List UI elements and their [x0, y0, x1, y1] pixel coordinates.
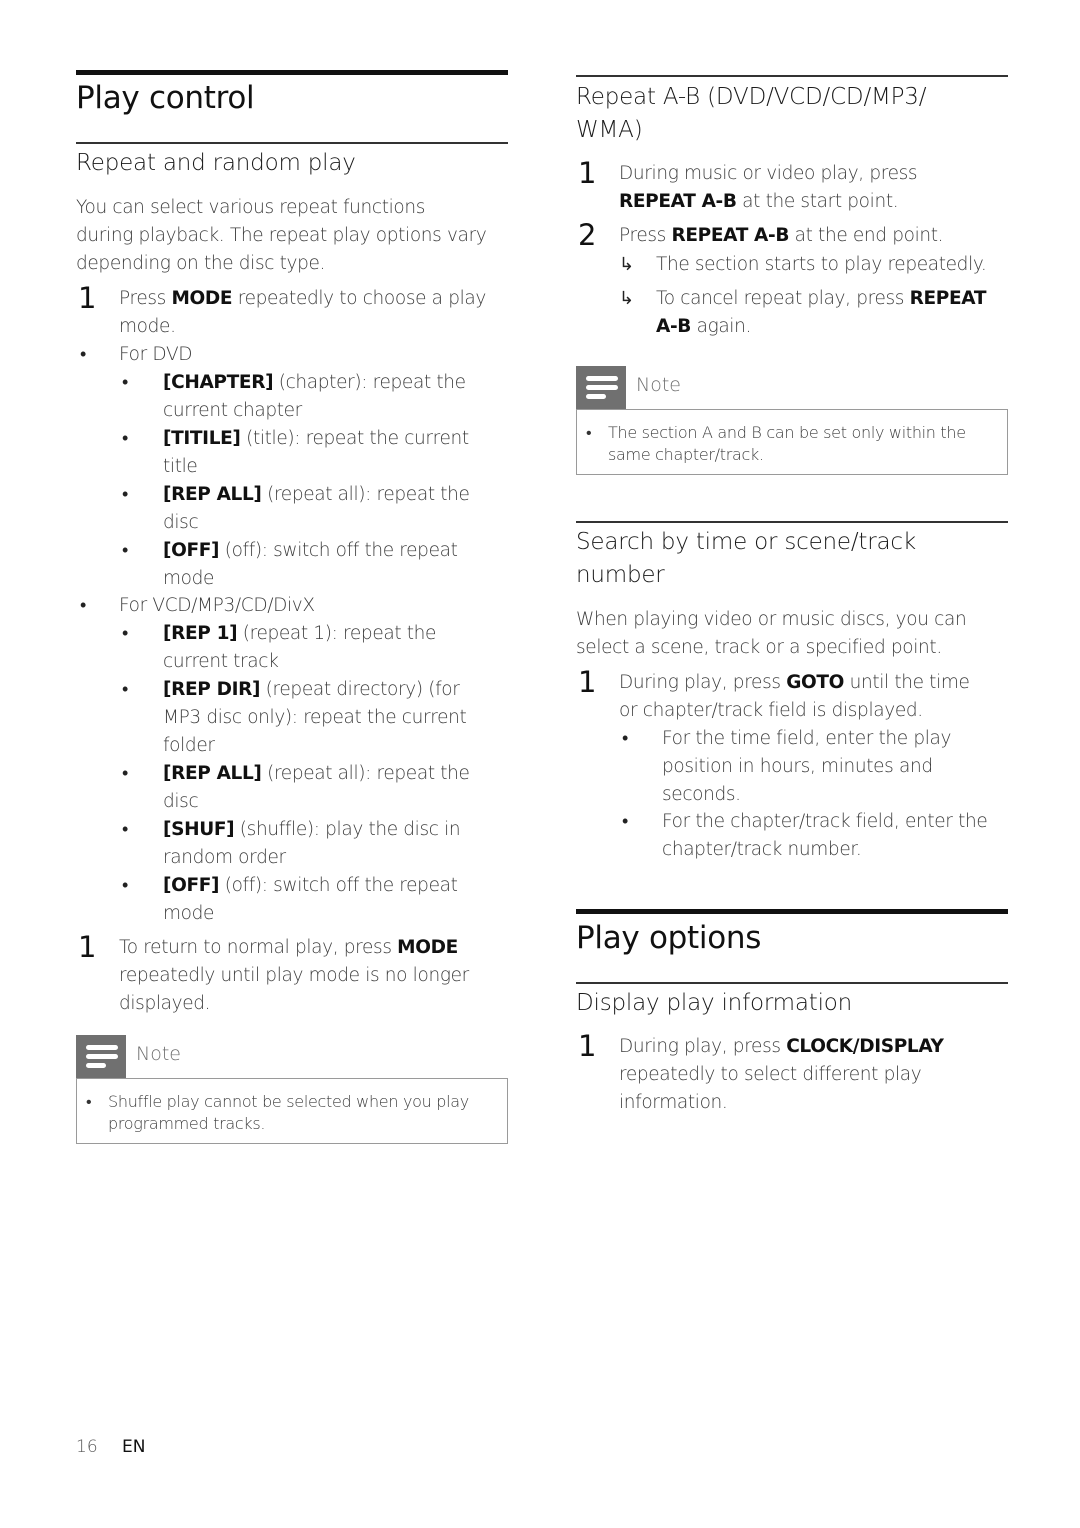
- section-rule: [576, 982, 1008, 984]
- title-rule: [76, 70, 508, 75]
- bullet-icon: •: [586, 423, 592, 442]
- list-item: disc: [163, 791, 199, 812]
- intro-line: depending on the disc type.: [76, 253, 326, 274]
- intro-line: When playing video or music discs, you c…: [576, 609, 967, 630]
- list-item: [REP DIR] (repeat directory) (for: [163, 679, 460, 700]
- list-item: [REP ALL] (repeat all): repeat the: [163, 484, 470, 505]
- group-label: For VCD/MP3/CD/DivX: [119, 595, 315, 616]
- result-text: The section starts to play repeatedly.: [656, 254, 987, 275]
- list-item: mode: [163, 903, 215, 924]
- section-rule: [76, 142, 508, 144]
- result-arrow-icon: ↳: [619, 288, 635, 309]
- note-lines-icon: [76, 1035, 126, 1078]
- list-item: [OFF] (off): switch off the repeat: [163, 875, 458, 896]
- note-text: Shuffle play cannot be selected when you…: [108, 1092, 469, 1111]
- section-rule: [576, 75, 1008, 77]
- step-number: 1: [78, 281, 97, 315]
- note-header: Note: [576, 366, 1008, 409]
- step-number: 1: [578, 156, 597, 190]
- title-rule: [576, 909, 1008, 914]
- list-item: For the chapter/track field, enter the: [662, 811, 988, 832]
- list-item: chapter/track number.: [662, 839, 862, 860]
- list-item: disc: [163, 512, 199, 533]
- step-text: information.: [619, 1092, 728, 1113]
- bullet-icon: •: [122, 679, 129, 700]
- language-code: EN: [122, 1437, 146, 1457]
- bullet-icon: •: [86, 1092, 92, 1111]
- step-text: During play, press CLOCK/DISPLAY: [619, 1036, 944, 1057]
- list-item: mode: [163, 568, 215, 589]
- list-item: For the time field, enter the play: [662, 728, 952, 749]
- list-item: title: [163, 456, 198, 477]
- section-title: Search by time or scene/track: [576, 529, 916, 555]
- section-title: WMA): [576, 117, 643, 143]
- list-item: [SHUF] (shuffle): play the disc in: [163, 819, 461, 840]
- step-text: During music or video play, press: [619, 163, 918, 184]
- list-item: folder: [163, 735, 215, 756]
- list-item: current chapter: [163, 400, 302, 421]
- list-item: position in hours, minutes and: [662, 756, 933, 777]
- bullet-icon: •: [122, 623, 129, 644]
- section-title: Repeat and random play: [76, 150, 356, 176]
- step-number: 2: [578, 218, 597, 252]
- bullet-icon: •: [80, 344, 87, 365]
- result-text: To cancel repeat play, press REPEAT: [656, 288, 987, 309]
- section-title: Repeat A-B (DVD/VCD/CD/MP3/: [576, 84, 927, 110]
- note-text: The section A and B can be set only with…: [608, 423, 966, 442]
- intro-line: during playback. The repeat play options…: [76, 225, 487, 246]
- step-text: displayed.: [119, 993, 211, 1014]
- step-text: mode.: [119, 316, 176, 337]
- step-text: or chapter/track field is displayed.: [619, 700, 923, 721]
- list-item: [REP ALL] (repeat all): repeat the: [163, 763, 470, 784]
- note-text: programmed tracks.: [108, 1114, 266, 1133]
- bullet-icon: •: [122, 819, 129, 840]
- section-title: Display play information: [576, 990, 853, 1016]
- bullet-icon: •: [622, 728, 629, 749]
- result-text: A-B again.: [656, 316, 751, 337]
- section-rule: [576, 521, 1008, 523]
- step-number: 1: [78, 930, 97, 964]
- bullet-icon: •: [122, 875, 129, 896]
- bullet-icon: •: [122, 763, 129, 784]
- page-title: Play control: [76, 80, 255, 116]
- list-item: [REP 1] (repeat 1): repeat the: [163, 623, 437, 644]
- bullet-icon: •: [622, 811, 629, 832]
- bullet-icon: •: [80, 595, 87, 616]
- bullet-icon: •: [122, 428, 129, 449]
- intro-line: select a scene, track or a specified poi…: [576, 637, 942, 658]
- note-box: • The section A and B can be set only wi…: [576, 409, 1008, 475]
- note-box: • Shuffle play cannot be selected when y…: [76, 1078, 508, 1144]
- intro-line: You can select various repeat functions: [76, 197, 426, 218]
- list-item: current track: [163, 651, 279, 672]
- step-text: repeatedly to select different play: [619, 1064, 922, 1085]
- section-title: number: [576, 562, 665, 588]
- step-text: To return to normal play, press MODE: [119, 937, 458, 958]
- bullet-icon: •: [122, 372, 129, 393]
- list-item: seconds.: [662, 784, 741, 805]
- list-item: MP3 disc only): repeat the current: [163, 707, 467, 728]
- note-title: Note: [136, 1043, 181, 1065]
- note-title: Note: [636, 374, 681, 396]
- note-lines-icon: [576, 366, 626, 409]
- list-item: [CHAPTER] (chapter): repeat the: [163, 372, 466, 393]
- group-label: For DVD: [119, 344, 193, 365]
- step-text: repeatedly until play mode is no longer: [119, 965, 469, 986]
- step-number: 1: [578, 1029, 597, 1063]
- step-text: REPEAT A-B at the start point.: [619, 191, 899, 212]
- step-text: During play, press GOTO until the time: [619, 672, 970, 693]
- step-number: 1: [578, 665, 597, 699]
- result-arrow-icon: ↳: [619, 254, 635, 275]
- page-number: 16: [76, 1437, 98, 1457]
- step-text: Press MODE repeatedly to choose a play: [119, 288, 486, 309]
- step-text: Press REPEAT A-B at the end point.: [619, 225, 944, 246]
- page-title: Play options: [576, 920, 762, 956]
- list-item: random order: [163, 847, 286, 868]
- list-item: [TITILE] (title): repeat the current: [163, 428, 469, 449]
- note-text: same chapter/track.: [608, 445, 764, 464]
- bullet-icon: •: [122, 484, 129, 505]
- list-item: [OFF] (off): switch off the repeat: [163, 540, 458, 561]
- bullet-icon: •: [122, 540, 129, 561]
- note-header: Note: [76, 1035, 508, 1078]
